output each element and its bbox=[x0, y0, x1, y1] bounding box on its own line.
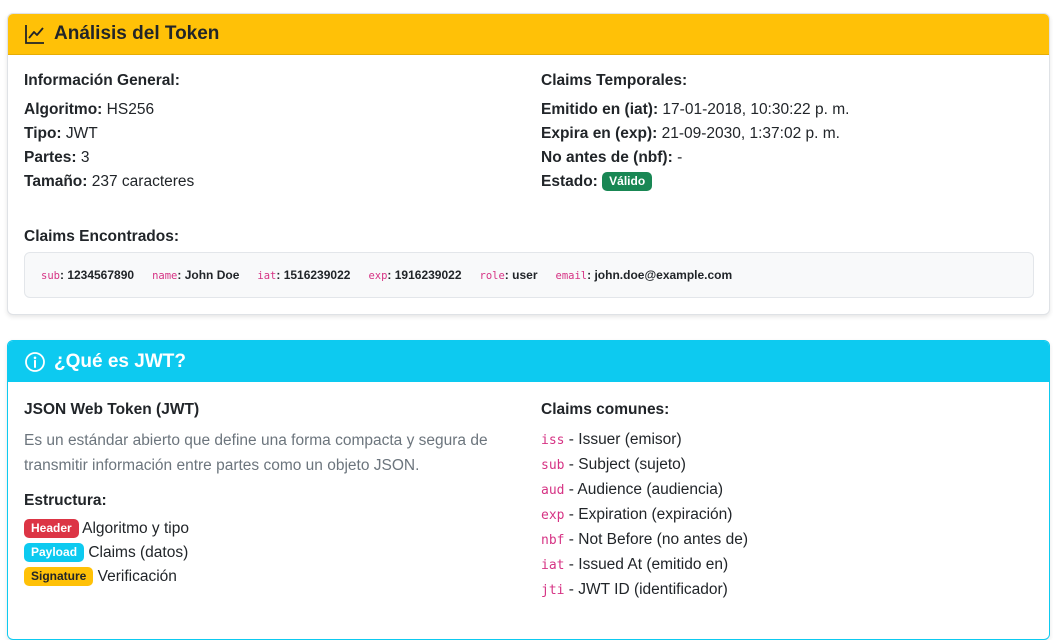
claim-key: exp bbox=[368, 270, 388, 282]
parts-value: 3 bbox=[80, 149, 90, 166]
claim-description: - JWT ID (identificador) bbox=[564, 581, 728, 598]
token-analysis-header: Análisis del Token bbox=[8, 14, 1049, 55]
structure-heading: Estructura: bbox=[24, 492, 107, 509]
claim-key: sub bbox=[41, 270, 60, 282]
claim-code: iat bbox=[541, 558, 565, 573]
temporal-claims-section: Claims Temporales: Emitido en (iat): 17-… bbox=[541, 72, 849, 194]
nbf-row: No antes de (nbf): - bbox=[541, 146, 849, 170]
nbf-value: - bbox=[677, 149, 683, 166]
claim-item: exp: 1916239022 bbox=[368, 268, 462, 282]
algorithm-label: Algoritmo: bbox=[24, 101, 103, 118]
common-claim-item: exp - Expiration (expiración) bbox=[541, 503, 748, 528]
token-analysis-card: Análisis del Token Información General: … bbox=[7, 13, 1050, 315]
common-claim-item: jti - JWT ID (identificador) bbox=[541, 578, 748, 603]
claim-item: email: john.doe@example.com bbox=[555, 268, 733, 282]
claim-description: - Audience (audiencia) bbox=[564, 481, 724, 498]
claim-code: exp bbox=[541, 508, 565, 523]
type-row: Tipo: JWT bbox=[24, 122, 194, 146]
structure-item-signature: Signature Verificación bbox=[24, 565, 514, 589]
claims-found-heading: Claims Encontrados: bbox=[24, 228, 180, 245]
common-claims-heading: Claims comunes: bbox=[541, 401, 670, 418]
common-claim-item: nbf - Not Before (no antes de) bbox=[541, 528, 748, 553]
claim-key: iat bbox=[257, 270, 277, 282]
status-label: Estado: bbox=[541, 173, 598, 190]
claim-item: role: user bbox=[479, 268, 538, 282]
jwt-description-section: JSON Web Token (JWT) Es un estándar abie… bbox=[24, 401, 514, 589]
info-circle-icon bbox=[24, 351, 46, 373]
claim-key: role bbox=[479, 270, 505, 282]
claims-found-box: sub: 1234567890 name: John Doe iat: 1516… bbox=[24, 252, 1034, 298]
what-is-jwt-title: ¿Qué es JWT? bbox=[54, 350, 186, 372]
structure-item-header: Header Algoritmo y tipo bbox=[24, 517, 514, 541]
token-analysis-title: Análisis del Token bbox=[54, 23, 220, 44]
claim-value: 1516239022 bbox=[283, 268, 351, 282]
size-row: Tamaño: 237 caracteres bbox=[24, 170, 194, 194]
claim-code: nbf bbox=[541, 533, 565, 548]
algorithm-value: HS256 bbox=[106, 101, 155, 118]
nbf-label: No antes de (nbf): bbox=[541, 149, 673, 166]
claim-item: iat: 1516239022 bbox=[257, 268, 351, 282]
type-label: Tipo: bbox=[24, 125, 62, 142]
jwt-heading: JSON Web Token (JWT) bbox=[24, 401, 200, 418]
claim-item: name: John Doe bbox=[152, 268, 240, 282]
claim-item: sub: 1234567890 bbox=[41, 268, 135, 282]
signature-badge: Signature bbox=[24, 567, 94, 586]
structure-item-payload: Payload Claims (datos) bbox=[24, 541, 514, 565]
exp-row: Expira en (exp): 21-09-2030, 1:37:02 p. … bbox=[541, 122, 849, 146]
iat-value: 17-01-2018, 10:30:22 p. m. bbox=[662, 101, 850, 118]
claim-value: user bbox=[512, 268, 538, 282]
claim-description: - Expiration (expiración) bbox=[564, 506, 733, 523]
size-label: Tamaño: bbox=[24, 173, 88, 190]
structure-item-text: Algoritmo y tipo bbox=[82, 520, 189, 537]
type-value: JWT bbox=[65, 125, 98, 142]
claim-key: name bbox=[152, 270, 178, 282]
claim-description: - Issued At (emitido en) bbox=[564, 556, 729, 573]
claim-key: email bbox=[555, 270, 588, 282]
what-is-jwt-card: ¿Qué es JWT? JSON Web Token (JWT) Es un … bbox=[7, 340, 1050, 640]
general-info-heading: Información General: bbox=[24, 72, 180, 89]
common-claim-item: iss - Issuer (emisor) bbox=[541, 428, 748, 453]
status-badge: Válido bbox=[602, 172, 653, 191]
common-claim-item: iat - Issued At (emitido en) bbox=[541, 553, 748, 578]
exp-value: 21-09-2030, 1:37:02 p. m. bbox=[661, 125, 840, 142]
structure-item-text: Claims (datos) bbox=[88, 544, 189, 561]
what-is-jwt-header: ¿Qué es JWT? bbox=[8, 341, 1049, 382]
claim-value: 1916239022 bbox=[394, 268, 462, 282]
chart-line-icon bbox=[24, 23, 46, 45]
common-claim-item: sub - Subject (sujeto) bbox=[541, 453, 748, 478]
parts-label: Partes: bbox=[24, 149, 77, 166]
claim-value: 1234567890 bbox=[67, 268, 135, 282]
algorithm-row: Algoritmo: HS256 bbox=[24, 98, 194, 122]
size-value: 237 caracteres bbox=[91, 173, 195, 190]
claim-description: - Not Before (no antes de) bbox=[564, 531, 748, 548]
claim-description: - Issuer (emisor) bbox=[564, 431, 682, 448]
claim-value: john.doe@example.com bbox=[594, 268, 733, 282]
temporal-claims-heading: Claims Temporales: bbox=[541, 72, 688, 89]
claim-code: iss bbox=[541, 433, 565, 448]
exp-label: Expira en (exp): bbox=[541, 125, 658, 142]
parts-row: Partes: 3 bbox=[24, 146, 194, 170]
payload-badge: Payload bbox=[24, 543, 85, 562]
status-row: Estado: Válido bbox=[541, 170, 849, 194]
iat-row: Emitido en (iat): 17-01-2018, 10:30:22 p… bbox=[541, 98, 849, 122]
common-claims-section: Claims comunes: iss - Issuer (emisor) su… bbox=[541, 401, 748, 603]
jwt-description: Es un estándar abierto que define una fo… bbox=[24, 432, 488, 474]
claim-value: John Doe bbox=[184, 268, 240, 282]
iat-label: Emitido en (iat): bbox=[541, 101, 659, 118]
header-badge: Header bbox=[24, 519, 79, 538]
claim-code: aud bbox=[541, 483, 565, 498]
common-claim-item: aud - Audience (audiencia) bbox=[541, 478, 748, 503]
claim-code: sub bbox=[541, 458, 565, 473]
claim-code: jti bbox=[541, 583, 565, 598]
claim-description: - Subject (sujeto) bbox=[564, 456, 686, 473]
structure-item-text: Verificación bbox=[97, 568, 177, 585]
general-info-section: Información General: Algoritmo: HS256 Ti… bbox=[24, 72, 194, 194]
